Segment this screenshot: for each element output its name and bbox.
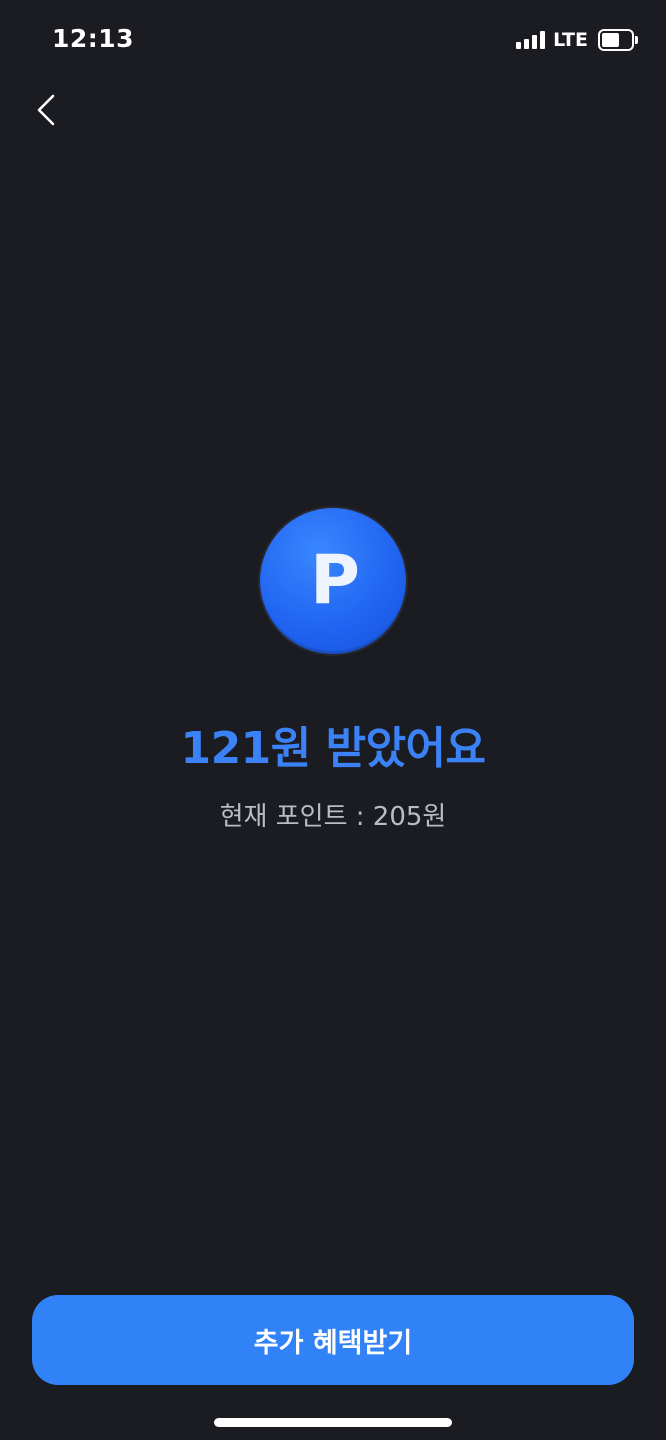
status-time: 12:13 xyxy=(52,24,135,53)
coin-letter: P xyxy=(310,541,360,620)
status-bar: 12:13 LTE xyxy=(0,0,666,80)
back-button[interactable] xyxy=(24,86,68,134)
reward-title: 121원 받았어요 xyxy=(180,723,486,774)
point-coin-icon: P xyxy=(260,508,406,654)
chevron-left-icon xyxy=(37,94,55,126)
reward-screen: 12:13 LTE P 121원 받았어요 현재 포인트 : 205원 추가 혜… xyxy=(0,0,666,1440)
current-points-text: 현재 포인트 : 205원 xyxy=(219,802,447,832)
signal-icon xyxy=(516,31,546,49)
home-indicator[interactable] xyxy=(214,1418,452,1427)
battery-icon xyxy=(598,29,638,51)
get-more-benefits-button[interactable]: 추가 혜택받기 xyxy=(32,1295,634,1385)
status-indicators: LTE xyxy=(516,28,638,52)
network-label: LTE xyxy=(553,29,588,51)
